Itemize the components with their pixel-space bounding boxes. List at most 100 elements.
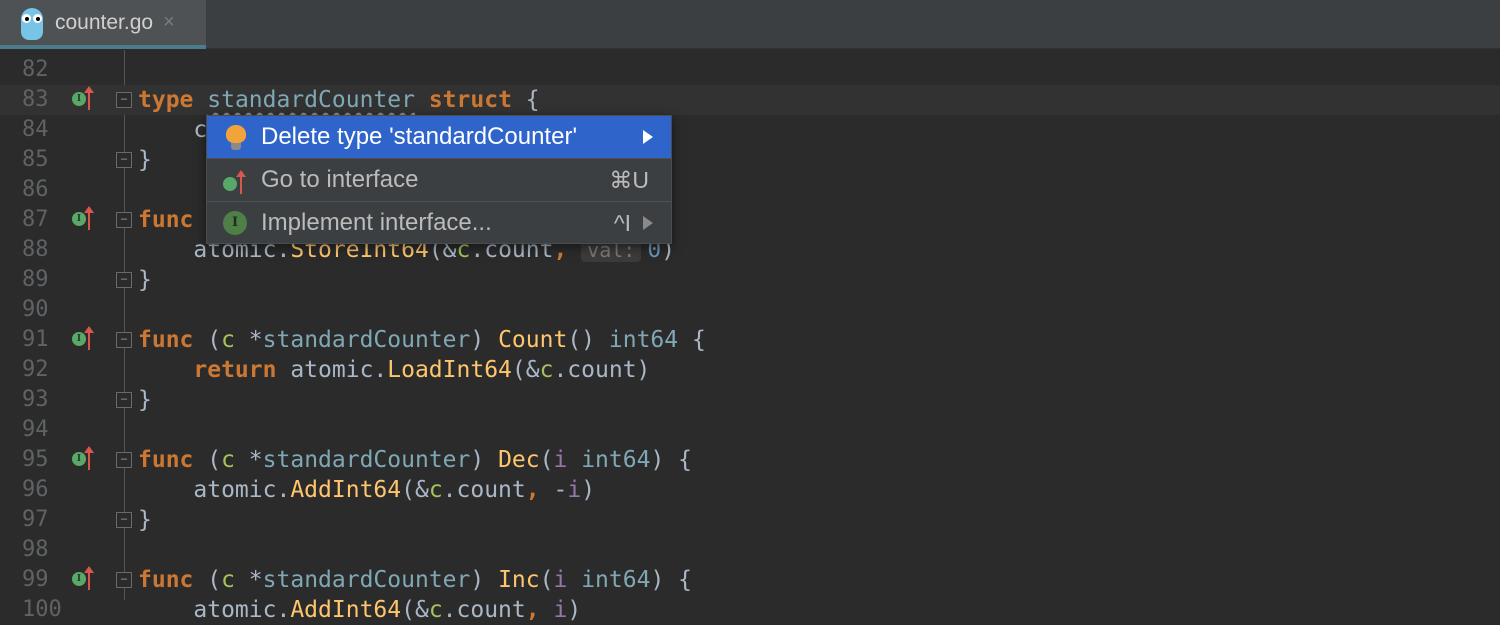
code-token: AddInt64 bbox=[290, 477, 402, 503]
line-number: 88 bbox=[22, 237, 49, 262]
code-token: } bbox=[138, 267, 152, 293]
line-number: 98 bbox=[22, 537, 49, 562]
implements-interface-icon[interactable]: I bbox=[72, 332, 86, 346]
implements-interface-icon[interactable]: I bbox=[72, 572, 86, 586]
go-to-interface-arrow-icon[interactable] bbox=[84, 446, 94, 470]
code-line[interactable]: 82 bbox=[0, 55, 1500, 85]
line-number: 85 bbox=[22, 147, 49, 172]
code-token: * bbox=[234, 327, 263, 353]
line-number: 87 bbox=[22, 207, 49, 232]
code-text: } bbox=[138, 265, 152, 295]
code-token: standardCounter bbox=[207, 87, 415, 113]
tab-counter-go[interactable]: counter.go × bbox=[0, 0, 206, 49]
code-token: , bbox=[525, 477, 540, 503]
menu-item-go-to-interface[interactable]: Go to interface ⌘U bbox=[207, 158, 671, 201]
line-number: 83 bbox=[22, 87, 49, 112]
code-text: } bbox=[138, 385, 152, 415]
code-token: .count bbox=[442, 597, 526, 623]
go-to-interface-arrow-icon[interactable] bbox=[84, 566, 94, 590]
fold-end-icon[interactable]: − bbox=[116, 392, 132, 408]
go-to-interface-arrow-icon[interactable] bbox=[84, 86, 94, 110]
implements-interface-icon[interactable]: I bbox=[72, 452, 86, 466]
line-number: 92 bbox=[22, 357, 49, 382]
code-token: c bbox=[221, 327, 235, 353]
code-line[interactable]: 97 −} bbox=[0, 505, 1500, 535]
code-token: ) { bbox=[650, 567, 692, 593]
menu-item-implement-interface[interactable]: I Implement interface... ^I bbox=[207, 201, 671, 244]
fold-end-icon[interactable]: − bbox=[116, 512, 132, 528]
code-line[interactable]: 91 I − func (c *standardCounter) Count() in… bbox=[0, 325, 1500, 355]
code-token: ( bbox=[539, 567, 554, 593]
fold-end-icon[interactable]: − bbox=[116, 152, 132, 168]
code-token: i bbox=[553, 567, 568, 593]
code-token: int64 bbox=[581, 567, 651, 593]
code-line[interactable]: 96 atomic.AddInt64(&c.count, -i) bbox=[0, 475, 1500, 505]
submenu-arrow-icon[interactable] bbox=[643, 216, 653, 230]
code-token: return bbox=[193, 357, 277, 383]
code-token: } bbox=[138, 387, 152, 413]
fold-collapse-icon[interactable]: − bbox=[116, 452, 132, 468]
code-token: i bbox=[553, 597, 568, 623]
code-token: type bbox=[138, 87, 194, 113]
close-icon[interactable]: × bbox=[163, 11, 175, 34]
shortcut: ⌘U bbox=[609, 166, 649, 193]
code-token: .count bbox=[442, 477, 526, 503]
code-token: * bbox=[234, 447, 263, 473]
code-text: } bbox=[138, 145, 152, 175]
code-token: i bbox=[553, 447, 568, 473]
code-token: Inc bbox=[498, 567, 540, 593]
code-token: ) bbox=[470, 447, 499, 473]
implements-interface-icon[interactable]: I bbox=[72, 92, 86, 106]
line-number: 91 bbox=[22, 327, 49, 352]
code-token: c bbox=[221, 447, 235, 473]
submenu-arrow-icon[interactable] bbox=[643, 130, 653, 144]
menu-item-label: Implement interface... bbox=[261, 209, 492, 236]
code-token: { bbox=[678, 327, 706, 353]
code-text: return atomic.LoadInt64(&c.count) bbox=[138, 355, 650, 385]
code-line[interactable]: 89 −} bbox=[0, 265, 1500, 295]
code-line[interactable]: 92 return atomic.LoadInt64(&c.count) bbox=[0, 355, 1500, 385]
fold-collapse-icon[interactable]: − bbox=[116, 572, 132, 588]
code-token: ) bbox=[470, 567, 499, 593]
code-line[interactable]: 93 −} bbox=[0, 385, 1500, 415]
code-line[interactable]: 98 bbox=[0, 535, 1500, 565]
code-token: struct bbox=[428, 87, 512, 113]
code-line[interactable]: 95 I − func (c *standardCounter) Dec(i int6… bbox=[0, 445, 1500, 475]
go-to-interface-arrow-icon[interactable] bbox=[84, 206, 94, 230]
code-token: int64 bbox=[608, 327, 679, 353]
code-token: AddInt64 bbox=[290, 597, 402, 623]
code-token: - bbox=[539, 477, 568, 503]
code-token: c bbox=[539, 357, 554, 383]
code-line[interactable]: 90 bbox=[0, 295, 1500, 325]
implements-interface-icon[interactable]: I bbox=[72, 212, 86, 226]
code-token: ) bbox=[470, 327, 499, 353]
menu-item-label: Go to interface bbox=[261, 166, 419, 193]
code-token: func bbox=[138, 567, 194, 593]
line-number: 97 bbox=[22, 507, 49, 532]
menu-item-delete-type[interactable]: Delete type 'standardCounter' bbox=[207, 116, 671, 158]
code-token: c bbox=[428, 597, 443, 623]
code-token: standardCounter bbox=[262, 567, 471, 593]
fold-collapse-icon[interactable]: − bbox=[116, 332, 132, 348]
code-token: , bbox=[525, 597, 540, 623]
fold-collapse-icon[interactable]: − bbox=[116, 212, 132, 228]
go-to-interface-icon bbox=[223, 170, 249, 194]
code-line[interactable]: 83 I − type standardCounter struct { bbox=[0, 85, 1500, 115]
tab-label: counter.go bbox=[55, 10, 154, 34]
code-line[interactable]: 99 I − func (c *standardCounter) Inc(i int6… bbox=[0, 565, 1500, 595]
fold-end-icon[interactable]: − bbox=[116, 272, 132, 288]
menu-item-label: Delete type 'standardCounter' bbox=[261, 123, 578, 150]
code-text: } bbox=[138, 505, 152, 535]
code-token: i bbox=[567, 477, 582, 503]
code-token: Count bbox=[498, 327, 568, 353]
line-number: 90 bbox=[22, 297, 49, 322]
go-to-interface-arrow-icon[interactable] bbox=[84, 326, 94, 350]
code-token: atomic. bbox=[138, 597, 291, 623]
fold-collapse-icon[interactable]: − bbox=[116, 92, 132, 108]
code-token: func bbox=[138, 207, 194, 233]
code-line[interactable]: 94 bbox=[0, 415, 1500, 445]
